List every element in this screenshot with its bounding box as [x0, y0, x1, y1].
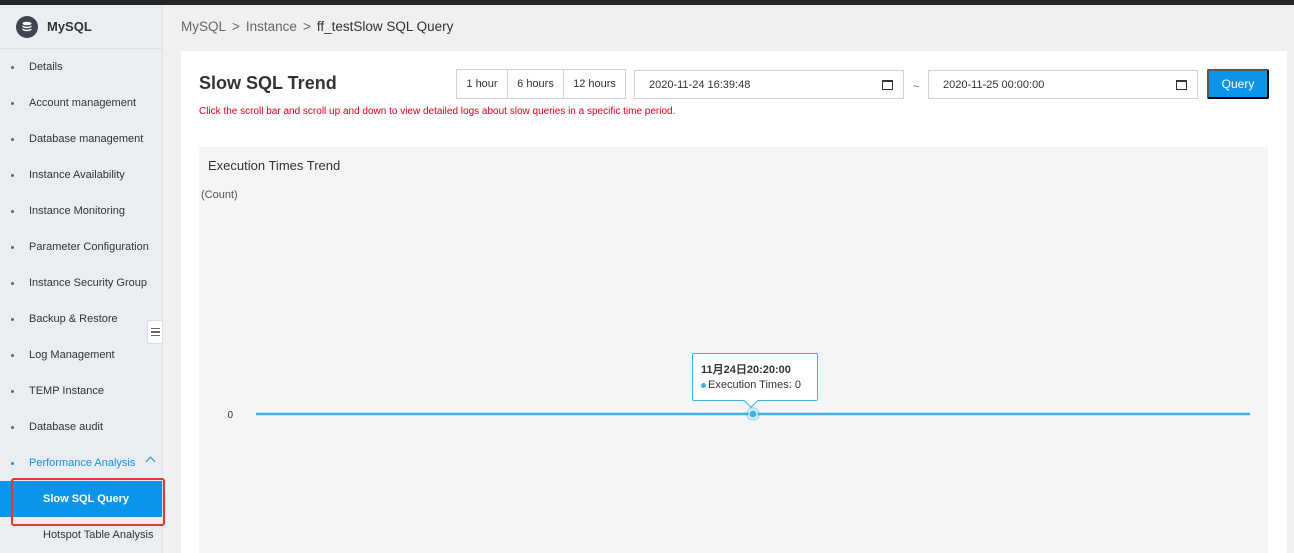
bullet-icon: [11, 209, 14, 213]
breadcrumb: MySQL > Instance > ff_testSlow SQL Query: [181, 19, 453, 34]
calendar-icon[interactable]: [1176, 80, 1187, 90]
chevron-up-icon: [145, 456, 156, 467]
brand-name: MySQL: [47, 19, 92, 34]
sidebar-item-details[interactable]: Details: [0, 49, 162, 85]
menu-icon: [150, 327, 160, 330]
bullet-icon: [11, 389, 14, 393]
bullet-icon: [11, 317, 14, 321]
sidebar-item-database-management[interactable]: Database management: [0, 121, 162, 157]
bullet-icon: [11, 245, 14, 249]
y-tick-label: 0: [227, 410, 233, 421]
end-date-input[interactable]: 2020-11-25 00:00:00: [928, 70, 1198, 99]
chart-tooltip: 11月24日20:20:00 Execution Times: 0: [692, 353, 818, 409]
sidebar-item-database-audit[interactable]: Database audit: [0, 409, 162, 445]
sidebar-item-instance-security-group[interactable]: Instance Security Group: [0, 265, 162, 301]
bullet-icon: [11, 353, 14, 357]
sidebar-subitem-slow-sql-query[interactable]: Slow SQL Query: [0, 478, 165, 526]
breadcrumb-instance[interactable]: Instance: [246, 19, 297, 34]
range-6-hours-button[interactable]: 6 hours: [507, 69, 564, 99]
range-12-hours-button[interactable]: 12 hours: [563, 69, 626, 99]
chart-plot: 0: [227, 407, 1250, 421]
hint-text: Click the scroll bar and scroll up and d…: [199, 106, 676, 117]
top-bar: [0, 0, 1294, 5]
range-1-hour-button[interactable]: 1 hour: [456, 69, 508, 99]
bullet-icon: [11, 281, 14, 285]
bullet-icon: [11, 137, 14, 141]
execution-times-chart: Execution Times Trend (Count) 0 11月24日20…: [199, 147, 1268, 553]
sidebar-item-instance-availability[interactable]: Instance Availability: [0, 157, 162, 193]
page-title: Slow SQL Trend: [199, 73, 337, 93]
data-point[interactable]: [748, 409, 758, 419]
breadcrumb-current: ff_testSlow SQL Query: [316, 19, 454, 34]
calendar-icon[interactable]: [882, 80, 893, 90]
sidebar-item-backup-restore[interactable]: Backup & Restore: [0, 301, 162, 337]
range-tilde: ~: [913, 81, 920, 93]
start-date-input[interactable]: 2020-11-24 16:39:48: [634, 70, 904, 99]
sidebar-item-parameter-configuration[interactable]: Parameter Configuration: [0, 229, 162, 265]
slow-sql-card: Slow SQL Trend Click the scroll bar and …: [181, 51, 1287, 553]
sidebar-item-temp-instance[interactable]: TEMP Instance: [0, 373, 162, 409]
sidebar-item-account-management[interactable]: Account management: [0, 85, 162, 121]
bullet-icon: [11, 65, 14, 69]
sidebar-collapse-handle[interactable]: [147, 320, 163, 344]
series-dot-icon: [701, 382, 706, 388]
brand: MySQL: [0, 5, 162, 49]
sidebar-item-performance-analysis[interactable]: Performance Analysis: [0, 445, 162, 481]
breadcrumb-mysql[interactable]: MySQL: [181, 19, 226, 34]
sidebar-item-instance-monitoring[interactable]: Instance Monitoring: [0, 193, 162, 229]
tooltip-value: Execution Times: 0: [708, 379, 801, 391]
sidebar: MySQL Details Account management Databas…: [0, 5, 165, 553]
bullet-icon: [11, 173, 14, 177]
breadcrumb-separator: >: [232, 19, 240, 34]
breadcrumb-separator: >: [302, 19, 311, 34]
sidebar-nav: Details Account management Database mana…: [0, 49, 165, 553]
bullet-icon: [11, 461, 14, 465]
bullet-icon: [11, 101, 14, 105]
database-icon: [16, 15, 38, 38]
query-button[interactable]: Query: [1207, 69, 1269, 99]
bullet-icon: [11, 425, 14, 429]
sidebar-item-log-management[interactable]: Log Management: [0, 337, 162, 373]
tooltip-time: 11月24日20:20:00: [701, 364, 791, 376]
